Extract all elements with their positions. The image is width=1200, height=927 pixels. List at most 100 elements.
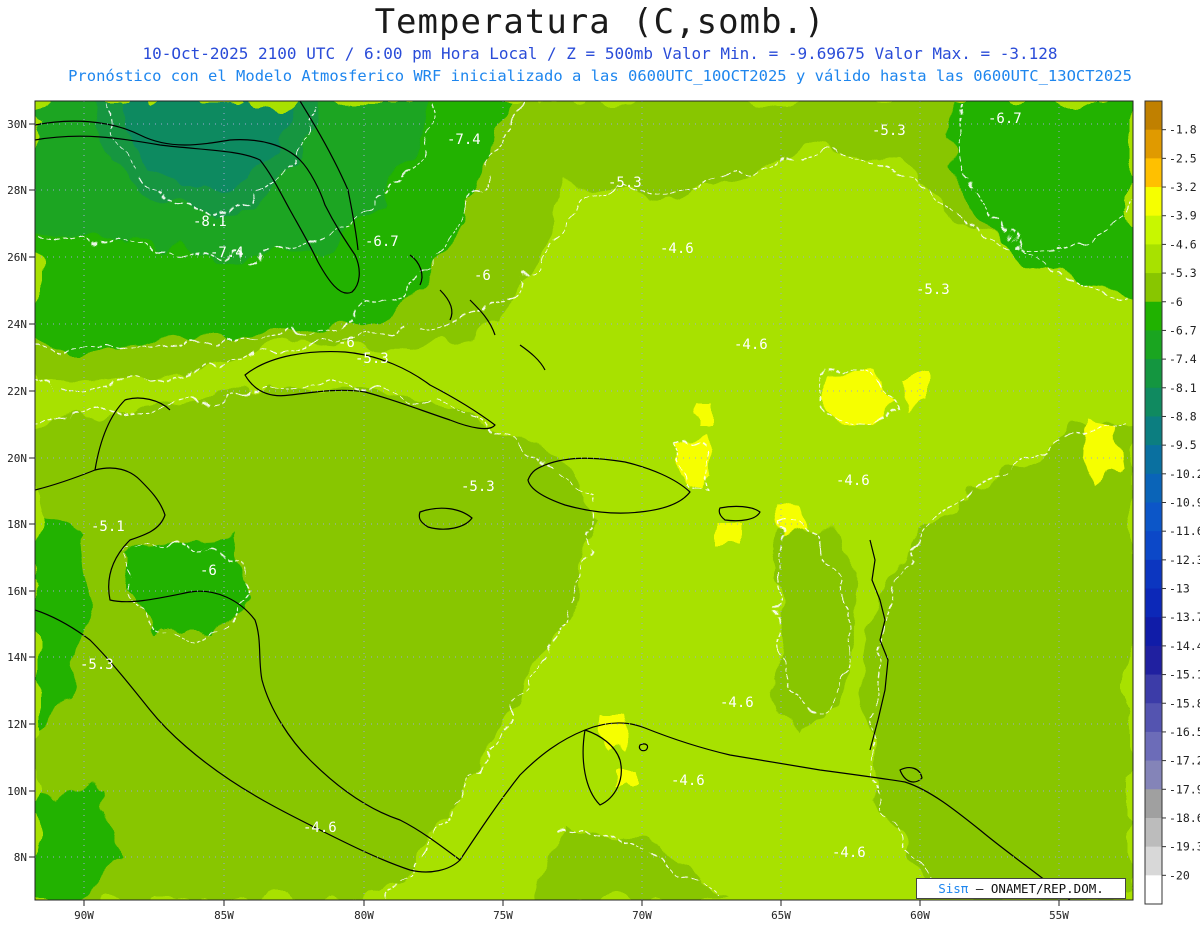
colorbar-swatch — [1145, 445, 1162, 475]
colorbar-label: -6.7 — [1169, 323, 1197, 337]
y-tick-label: 18N — [7, 518, 27, 531]
x-tick-label: 60W — [910, 909, 930, 922]
x-tick-label: 75W — [493, 909, 513, 922]
colorbar-swatch — [1145, 760, 1162, 790]
colorbar-label: -13.7 — [1169, 610, 1200, 624]
colorbar-label: -1.8 — [1169, 123, 1197, 137]
colorbar-swatch — [1145, 645, 1162, 676]
warm-patch-6 — [612, 770, 635, 785]
colorbar-swatch — [1145, 244, 1162, 274]
colorbar-swatch — [1145, 187, 1162, 217]
colorbar-swatch — [1145, 674, 1162, 704]
contour-label: -5.3 — [80, 657, 114, 673]
y-tick-label: 16N — [7, 585, 27, 598]
y-tick-label: 30N — [7, 118, 27, 131]
colorbar-swatch — [1145, 215, 1162, 245]
colorbar-swatch — [1145, 129, 1162, 159]
contour-label: -5.3 — [608, 175, 642, 191]
y-tick-label: 28N — [7, 184, 27, 197]
contour-label: -4.6 — [720, 695, 754, 711]
colorbar-swatch — [1145, 359, 1162, 389]
colorbar-swatch — [1145, 273, 1162, 303]
colorbar-swatch — [1145, 731, 1162, 762]
colorbar-swatch — [1145, 330, 1162, 360]
contour-label: -4.6 — [734, 337, 768, 353]
colorbar-label: -15.8 — [1169, 696, 1200, 710]
colorbar-swatch — [1145, 817, 1162, 848]
colorbar-swatch — [1145, 559, 1162, 590]
colorbar-swatch — [1145, 101, 1162, 131]
colorbar-swatch — [1145, 703, 1162, 733]
colorbar-labels: -1.8 -2.5 -3.2 -3.9 -4.6 -5.3 -6 -6.7 -7.4 -8.1 -8… — [1162, 123, 1200, 882]
colorbar-swatch — [1145, 789, 1162, 819]
y-tick-label: 14N — [7, 651, 27, 664]
y-tick-label: 24N — [7, 318, 27, 331]
contour-label: -6 — [474, 268, 491, 284]
colorbar-swatch — [1145, 617, 1162, 647]
colorbar-label: -12.3 — [1169, 553, 1200, 567]
colorbar-label: -6 — [1169, 295, 1183, 309]
x-tick-label: 90W — [74, 909, 94, 922]
contour-label: -6.7 — [988, 111, 1022, 127]
colorbar-swatch — [1145, 301, 1162, 331]
colorbar-label: -20 — [1169, 868, 1190, 882]
warm-patch-4 — [905, 375, 925, 408]
y-tick-label: 10N — [7, 785, 27, 798]
colorbar-label: -8.8 — [1169, 409, 1197, 423]
y-tick-label: 12N — [7, 718, 27, 731]
colorbar-label: -2.5 — [1169, 151, 1197, 165]
contour-label: -8.1 — [193, 214, 227, 230]
warm-patch-9 — [695, 400, 712, 425]
colorbar-label: -16.5 — [1169, 725, 1200, 739]
colorbar-swatch — [1145, 875, 1162, 905]
colorbar-label: -14.4 — [1169, 639, 1200, 653]
contour-label: -5.3 — [916, 282, 950, 298]
contour-label: -4.6 — [660, 241, 694, 257]
contour-label: -5.3 — [872, 123, 906, 139]
contour-label: -4.6 — [832, 845, 866, 861]
contour-label: -4.6 — [836, 473, 870, 489]
y-tick-label: 22N — [7, 385, 27, 398]
colorbar-label: -13 — [1169, 582, 1190, 596]
y-tick-label: 20N — [7, 452, 27, 465]
contour-label: -6 — [338, 335, 355, 351]
colorbar-swatch — [1145, 531, 1162, 561]
temperature-map: -7.4 -6.7 -5.3 -8.1 -7.4 -6.7 -6 -5.3 -4… — [7, 100, 1200, 922]
contour-label: -7.4 — [447, 132, 481, 148]
x-axis-labels: 90W 85W 80W 75W 70W 65W 60W 55W — [74, 909, 1069, 922]
contour-label: -5.1 — [91, 519, 125, 535]
colorbar-label: -11.6 — [1169, 524, 1200, 538]
credit-org: – ONAMET/REP.DOM. — [975, 881, 1104, 896]
colorbar-swatch — [1145, 502, 1162, 532]
colorbar-swatch — [1145, 387, 1162, 417]
credit-box: Sisπ – ONAMET/REP.DOM. — [916, 878, 1126, 899]
colorbar-label: -17.9 — [1169, 782, 1200, 796]
colorbar-swatch — [1145, 473, 1162, 503]
colorbar-label: -4.6 — [1169, 237, 1197, 251]
colorbar-label: -19.3 — [1169, 840, 1200, 854]
colorbar-swatches — [1145, 101, 1162, 905]
contour-label: -7.4 — [210, 245, 244, 261]
x-tick-label: 70W — [632, 909, 652, 922]
y-tick-label: 8N — [14, 851, 27, 864]
colorbar-label: -10.9 — [1169, 496, 1200, 510]
contour-label: -6 — [200, 563, 217, 579]
colorbar: -1.8 -2.5 -3.2 -3.9 -4.6 -5.3 -6 -6.7 -7.4 -8.1 -8… — [1144, 100, 1200, 905]
colorbar-label: -3.2 — [1169, 180, 1197, 194]
colorbar-label: -5.3 — [1169, 266, 1197, 280]
contour-label: -4.6 — [671, 773, 705, 789]
contour-label: -4.6 — [303, 820, 337, 836]
x-tick-label: 85W — [214, 909, 234, 922]
x-tick-label: 55W — [1049, 909, 1069, 922]
colorbar-swatch — [1145, 158, 1162, 188]
colorbar-label: -7.4 — [1169, 352, 1197, 366]
y-axis-labels: 30N 28N 26N 24N 22N 20N 18N 16N 14N 12N … — [7, 118, 27, 864]
credit-brand: Sisπ — [938, 881, 969, 896]
contour-label: -5.3 — [461, 479, 495, 495]
colorbar-swatch — [1145, 416, 1162, 446]
colorbar-label: -9.5 — [1169, 438, 1197, 452]
colorbar-label: -17.2 — [1169, 754, 1200, 768]
x-tick-label: 80W — [354, 909, 374, 922]
colorbar-label: -10.2 — [1169, 467, 1200, 481]
x-tick-label: 65W — [771, 909, 791, 922]
